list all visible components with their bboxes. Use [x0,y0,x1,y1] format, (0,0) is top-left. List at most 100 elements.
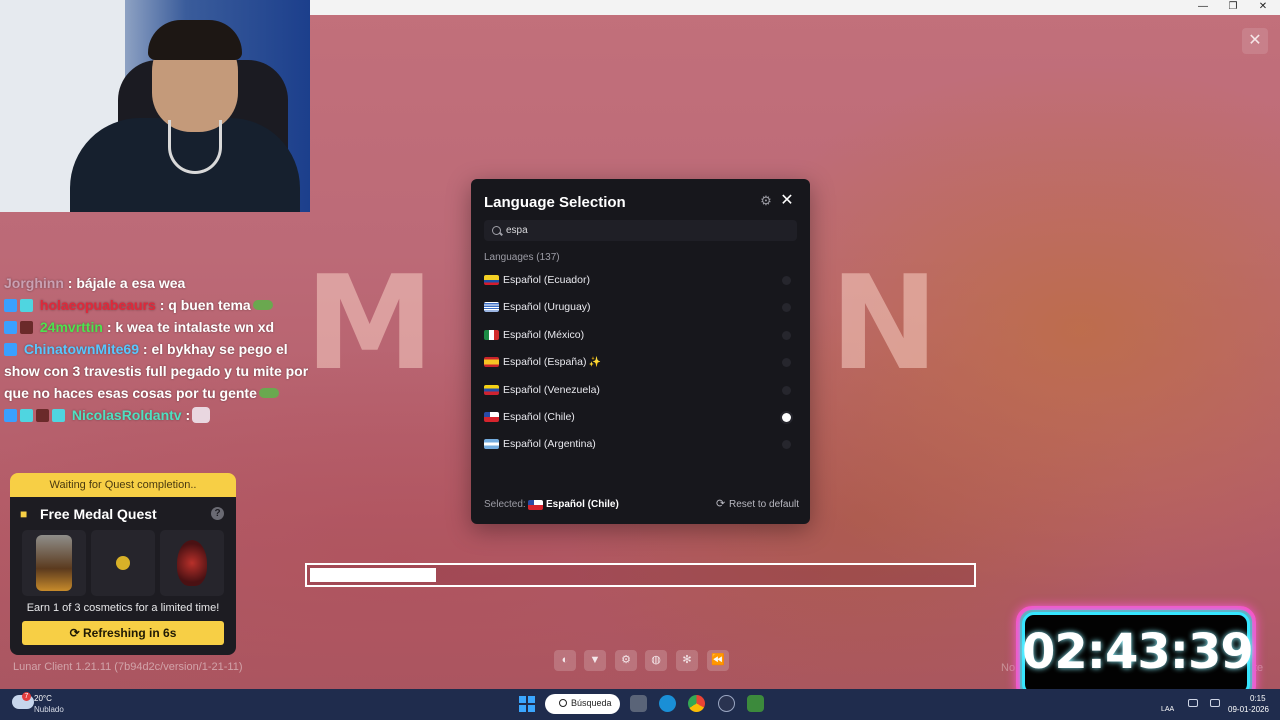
language-radio[interactable] [782,330,791,340]
language-radio[interactable] [782,303,791,313]
ring-cosmetic-icon [116,556,130,570]
sub-badge-icon [20,321,33,334]
chat-text: : bájale a esa wea [67,275,186,291]
chat-username: holaeopuabeaurs [39,297,156,313]
selected-label: Selected: [484,499,526,510]
close-icon[interactable]: ✕ [779,193,795,209]
vip-badge-icon [36,409,49,422]
quest-widget: ■ Free Medal Quest ? Earn 1 of 3 cosmeti… [10,497,236,655]
edge-icon[interactable] [659,695,676,712]
chat-message: ChinatownMite69 : el bykhay se pego el s… [4,338,310,404]
search-icon [559,699,567,707]
language-option-venezuela[interactable]: Español (Venezuela) [484,377,797,404]
reset-to-default-button[interactable]: Reset to default [729,499,799,510]
help-icon[interactable]: ? [211,507,224,520]
language-option-chile[interactable]: Español (Chile) [484,404,797,431]
chrome-icon[interactable] [688,695,705,712]
language-radio-selected[interactable] [782,412,791,422]
emote-icon [252,300,273,310]
reset-icon[interactable]: ⟳ [716,499,725,510]
webcam-streamer-chain [168,120,222,174]
language-label: Español (Uruguay) [503,301,591,314]
taskbar-search-label: Búsqueda [571,698,612,708]
chat-message: Jorghinn : bájale a esa wea [4,272,310,294]
wardrobe-icon[interactable]: ▼ [584,650,606,671]
mod-badge-icon [4,343,17,356]
loading-progress-bar [305,563,976,587]
ecuador-flag-icon [484,275,499,285]
emote-icon [258,388,279,398]
language-label: Español (Ecuador) [503,274,590,286]
maximize-icon[interactable]: ❐ [1226,1,1240,13]
chat-text: : q buen tema [159,297,251,313]
weather-description[interactable]: Nublado [34,705,64,714]
weather-alert-badge: 7 [22,692,31,701]
weather-temperature[interactable]: 20°C [34,694,52,703]
client-version: Lunar Client 1.21.11 (7b94d2c/version/1-… [13,661,243,673]
rewind-icon[interactable]: ⏪ [707,650,729,671]
window-titlebar: — ❐ ✕ [310,0,1280,15]
emote-icon [192,407,211,423]
affiliate-notice: No [1001,662,1016,674]
language-radio[interactable] [782,276,791,285]
language-radio[interactable] [782,358,791,368]
windows-start-icon[interactable] [519,696,535,712]
window-close-icon[interactable]: ✕ [1256,1,1270,13]
chat-username: ChinatownMite69 [23,341,140,357]
language-radio[interactable] [782,385,791,395]
language-radio[interactable] [782,440,791,450]
quest-description: Earn 1 of 3 cosmetics for a limited time… [26,602,220,614]
gift-badge-icon [52,409,65,422]
language-option-espana[interactable]: Español (España) ✨ [484,349,797,376]
quest-reward-ring[interactable] [91,530,155,596]
wings-cosmetic-icon [177,540,207,586]
language-search-input[interactable] [484,220,797,241]
language-option-mexico[interactable]: Español (México) [484,322,797,349]
refresh-quest-button[interactable]: ⟳ Refreshing in 6s [22,621,224,645]
task-view-icon[interactable] [630,695,647,712]
language-count: Languages (137) [484,252,560,263]
chat-text: : k wea te intalaste wn xd [106,319,275,335]
input-language[interactable]: LAA [1161,706,1174,713]
quest-reward-armor[interactable] [22,530,86,596]
refresh-icon: ⟳ [69,626,80,640]
taskbar-date[interactable]: 09-01-2026 [1228,705,1269,714]
chile-flag-icon [528,500,543,510]
sparkle-icon: ✨ [588,357,601,369]
app-close-button[interactable]: ✕ [1242,28,1268,54]
mod-badge-icon [4,409,17,422]
spain-flag-icon [484,357,499,368]
language-selection-modal: Language Selection ⚙ ✕ Languages (137) E… [471,179,810,524]
minecraft-launcher-icon[interactable] [747,695,764,712]
network-icon[interactable] [1188,699,1198,707]
gear-icon[interactable]: ⚙ [759,194,773,208]
globe-icon[interactable]: ◍ [645,650,667,671]
chat-username: 24mvrttin [39,319,103,335]
minimize-icon[interactable]: — [1196,1,1210,13]
volume-icon[interactable] [1210,699,1220,707]
chat-message: holaeopuabeaurs : q buen tema [4,294,310,316]
quest-reward-wings[interactable] [160,530,224,596]
obs-icon[interactable] [718,695,735,712]
language-list: Español (Ecuador) Español (Uruguay) Espa… [484,267,797,459]
language-label: Español (México) [503,328,585,341]
sub-badge-icon [20,299,33,312]
language-option-ecuador[interactable]: Español (Ecuador) [484,267,797,294]
quest-status: Waiting for Quest completion.. [10,473,236,497]
settings-icon[interactable]: ⚙ [615,650,637,671]
mod-badge-icon [4,321,17,334]
loading-progress-fill [310,568,436,582]
language-option-uruguay[interactable]: Español (Uruguay) [484,294,797,321]
webcam-overlay [0,0,310,212]
gear-alt-icon[interactable]: ✻ [676,650,698,671]
modal-title: Language Selection [484,194,626,211]
language-option-argentina[interactable]: Español (Argentina) [484,431,797,458]
taskbar-time[interactable]: 0:15 [1250,694,1266,703]
chat-username: NicolasRoldantv [71,407,182,423]
language-label: Español (Chile) [503,410,575,423]
stream-timer: 02:43:39 [1022,624,1254,680]
selected-language: Español (Chile) [546,499,619,510]
argentina-flag-icon [484,439,499,450]
cosmetics-icon[interactable]: ◐ [554,650,576,671]
language-label-text: Español (España) [503,356,587,369]
